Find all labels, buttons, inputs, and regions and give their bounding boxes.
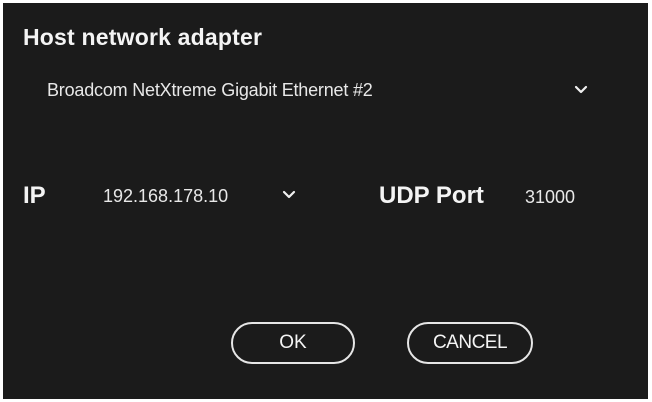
chevron-down-icon: [574, 85, 588, 94]
ip-select[interactable]: 192.168.178.10: [95, 177, 313, 213]
dialog-title: Host network adapter: [23, 24, 263, 50]
chevron-down-icon: [282, 190, 296, 199]
ip-label: IP: [23, 182, 46, 209]
ip-select-value: 192.168.178.10: [103, 186, 229, 206]
network-adapter-dialog: Host network adapter Broadcom NetXtreme …: [3, 3, 648, 399]
adapter-select-value: Broadcom NetXtreme Gigabit Ethernet #2: [47, 80, 373, 100]
ok-button[interactable]: OK: [231, 322, 355, 364]
udp-port-label: UDP Port: [379, 182, 484, 209]
udp-port-input[interactable]: [525, 185, 605, 209]
cancel-button[interactable]: CANCEL: [407, 322, 533, 364]
adapter-select[interactable]: Broadcom NetXtreme Gigabit Ethernet #2: [31, 69, 599, 109]
